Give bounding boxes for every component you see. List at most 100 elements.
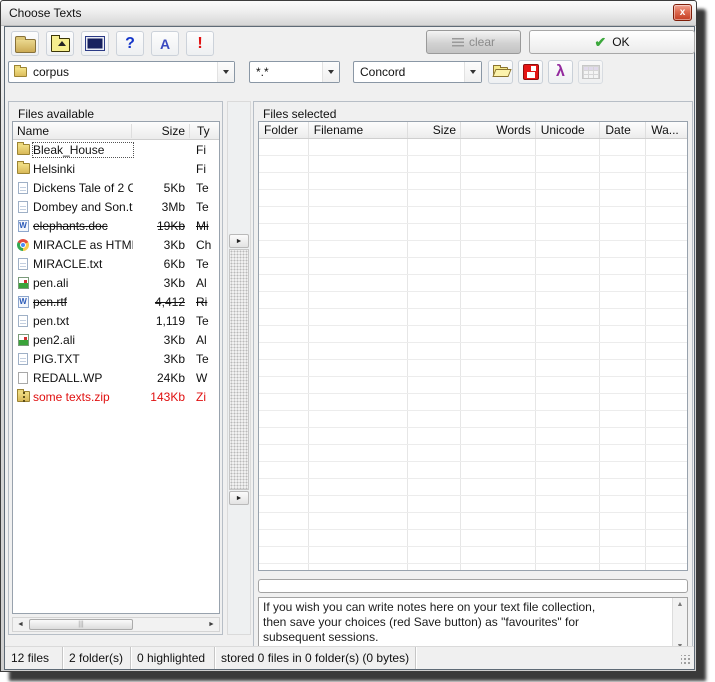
file-name: Bleak_House xyxy=(33,143,133,157)
file-size: 24Kb xyxy=(133,371,189,385)
file-type: Te xyxy=(189,200,219,214)
column-header-unicode[interactable]: Unicode xyxy=(535,122,600,138)
ok-button[interactable]: ✔ OK xyxy=(529,30,695,54)
file-row[interactable]: elephants.doc 19Kb Mi xyxy=(13,216,219,235)
column-header-name[interactable]: Name xyxy=(13,124,131,138)
file-type: Al xyxy=(189,276,219,290)
empty-grid-row xyxy=(259,513,687,530)
acrobat-icon: λ xyxy=(556,63,565,81)
file-type: Te xyxy=(189,352,219,366)
text-file-icon xyxy=(18,182,28,194)
file-row[interactable]: MIRACLE.txt 6Kb Te xyxy=(13,254,219,273)
file-row[interactable]: PIG.TXT 3Kb Te xyxy=(13,349,219,368)
file-name: pen.rtf xyxy=(33,295,133,309)
column-header-folder[interactable]: Folder xyxy=(259,122,308,138)
open-favourites-button[interactable] xyxy=(488,60,513,84)
scrollbar-thumb[interactable]: ||| xyxy=(29,619,133,630)
horizontal-scrollbar[interactable]: ◄ ||| ► xyxy=(12,617,220,632)
clear-button[interactable]: clear xyxy=(426,30,521,54)
transfer-right-top-button[interactable]: ► xyxy=(229,234,249,248)
empty-grid-row xyxy=(259,156,687,173)
folder-combobox-dropdown[interactable] xyxy=(217,62,234,82)
file-row[interactable]: Bleak_House Fi xyxy=(13,140,219,159)
files-selected-panel: Files selected Folder Filename Size Word… xyxy=(253,101,693,657)
panel-divider: ► ► xyxy=(227,101,251,635)
notes-scrollbar[interactable]: ▲ ▼ xyxy=(672,598,687,653)
text-file-icon xyxy=(18,353,28,365)
column-header-size[interactable]: Size xyxy=(407,122,460,138)
save-favourites-button[interactable] xyxy=(518,60,543,84)
files-available-list[interactable]: Name Size Ty Bleak_House Fi Helsinki Fi … xyxy=(12,121,220,614)
file-row[interactable]: pen.txt 1,119 Te xyxy=(13,311,219,330)
file-row[interactable]: some texts.zip 143Kb Zi xyxy=(13,387,219,406)
column-header-type[interactable]: Ty xyxy=(189,124,219,138)
scroll-right-arrow-icon[interactable]: ► xyxy=(204,618,219,631)
file-row[interactable]: Helsinki Fi xyxy=(13,159,219,178)
column-header-words[interactable]: Words xyxy=(460,122,535,138)
file-row[interactable]: pen.ali 3Kb Al xyxy=(13,273,219,292)
file-type: W xyxy=(189,371,219,385)
folder-up-icon xyxy=(51,38,70,52)
ok-button-label: OK xyxy=(612,35,629,49)
empty-grid-row xyxy=(259,343,687,360)
column-header-wait[interactable]: Wa... xyxy=(645,122,687,138)
empty-grid-row xyxy=(259,496,687,513)
file-name: pen.ali xyxy=(33,276,133,290)
empty-grid-row xyxy=(259,173,687,190)
window-title: Choose Texts xyxy=(9,6,82,20)
folder-up-button[interactable] xyxy=(46,31,74,56)
tool-combobox-dropdown[interactable] xyxy=(464,62,481,82)
files-available-header: Name Size Ty xyxy=(13,122,219,140)
dialog-client-area: ? A ! clear ✔ OK corpus *.* Concord λ xyxy=(4,26,695,670)
title-bar[interactable]: Choose Texts x xyxy=(1,1,696,26)
files-selected-title: Files selected xyxy=(263,107,336,121)
choose-texts-window: Choose Texts x ? A ! clear ✔ OK corpus *… xyxy=(0,0,697,672)
folder-button[interactable] xyxy=(11,31,39,56)
column-header-filename[interactable]: Filename xyxy=(308,122,408,138)
files-selected-table[interactable]: Folder Filename Size Words Unicode Date … xyxy=(258,121,688,571)
resize-grip[interactable] xyxy=(681,655,691,665)
file-name: elephants.doc xyxy=(33,219,133,233)
folder-file-icon xyxy=(17,163,30,174)
important-button[interactable]: ! xyxy=(186,31,214,56)
text-file-icon xyxy=(18,315,28,327)
notes-text[interactable]: If you wish you can write notes here on … xyxy=(259,598,672,653)
display-button[interactable] xyxy=(81,31,109,56)
navy-screen-icon xyxy=(85,36,105,51)
filespec-combobox-dropdown[interactable] xyxy=(322,62,339,82)
filespec-combobox[interactable]: *.* xyxy=(249,61,340,83)
folder-combobox[interactable]: corpus xyxy=(8,61,235,83)
file-row[interactable]: Dombey and Son.txt 3Mb Te xyxy=(13,197,219,216)
column-header-date[interactable]: Date xyxy=(599,122,645,138)
page-file-icon xyxy=(18,372,28,384)
empty-grid-row xyxy=(259,241,687,258)
font-button[interactable]: A xyxy=(151,31,179,56)
file-type: Fi xyxy=(189,162,219,176)
close-button[interactable]: x xyxy=(673,4,692,21)
notes-title-input[interactable] xyxy=(258,579,688,593)
empty-grid-row xyxy=(259,207,687,224)
file-type: Al xyxy=(189,333,219,347)
chevron-down-icon xyxy=(223,70,229,74)
transfer-right-bottom-button[interactable]: ► xyxy=(229,491,249,505)
status-stored-summary: stored 0 files in 0 folder(s) (0 bytes) xyxy=(215,647,416,669)
file-row[interactable]: Dickens Tale of 2 Ci... 5Kb Te xyxy=(13,178,219,197)
tool-combobox[interactable]: Concord xyxy=(353,61,482,83)
scroll-up-arrow-icon[interactable]: ▲ xyxy=(677,599,684,610)
file-row[interactable]: REDALL.WP 24Kb W xyxy=(13,368,219,387)
scroll-left-arrow-icon[interactable]: ◄ xyxy=(13,618,28,631)
file-row[interactable]: pen2.ali 3Kb Al xyxy=(13,330,219,349)
save-icon xyxy=(523,64,539,80)
empty-grid-row xyxy=(259,462,687,479)
column-header-size[interactable]: Size xyxy=(131,124,189,138)
help-icon: ? xyxy=(125,35,135,53)
file-type: Mi xyxy=(189,219,219,233)
file-row[interactable]: pen.rtf 4,412 Ri xyxy=(13,292,219,311)
file-size: 3Kb xyxy=(133,333,189,347)
help-button[interactable]: ? xyxy=(116,31,144,56)
font-icon: A xyxy=(160,36,170,52)
file-row[interactable]: MIRACLE as HTML.... 3Kb Ch xyxy=(13,235,219,254)
acrobat-button[interactable]: λ xyxy=(548,60,573,84)
file-type: Ri xyxy=(189,295,219,309)
splitter-texture[interactable] xyxy=(229,249,249,490)
